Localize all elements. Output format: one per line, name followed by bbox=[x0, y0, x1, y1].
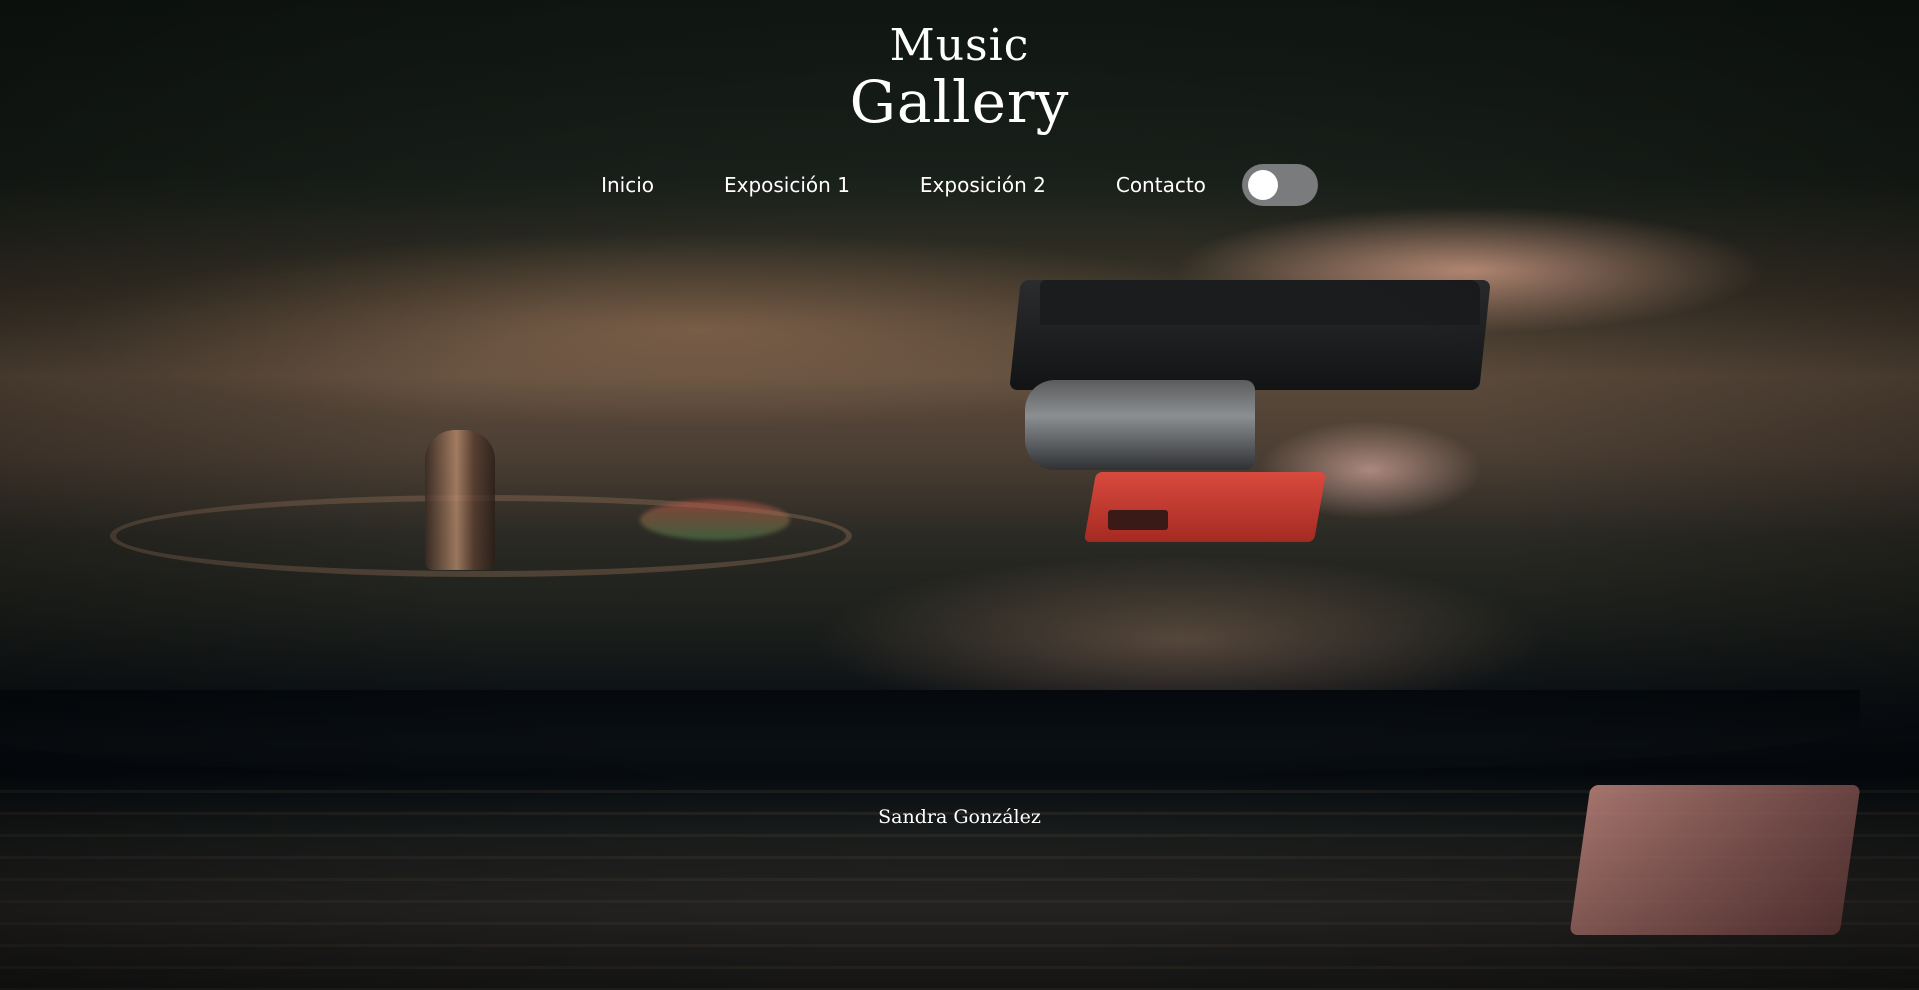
nav-item-exposicion-1[interactable]: Exposición 1 bbox=[724, 167, 850, 203]
vignette-overlay bbox=[0, 0, 1919, 990]
logo-line-gallery: Gallery bbox=[849, 68, 1070, 136]
main-nav: Inicio Exposición 1 Exposición 2 Contact… bbox=[0, 164, 1919, 206]
theme-toggle[interactable] bbox=[1241, 164, 1318, 206]
hero-background bbox=[0, 0, 1919, 990]
nav-item-contacto[interactable]: Contacto bbox=[1116, 167, 1206, 203]
nav-item-inicio[interactable]: Inicio bbox=[601, 167, 654, 203]
author-name: Sandra González bbox=[878, 806, 1041, 828]
nav-item-exposicion-2[interactable]: Exposición 2 bbox=[920, 167, 1046, 203]
toggle-knob bbox=[1247, 170, 1278, 200]
logo-line-music: Music bbox=[889, 20, 1030, 71]
site-logo[interactable]: Music Gallery bbox=[0, 20, 1919, 136]
